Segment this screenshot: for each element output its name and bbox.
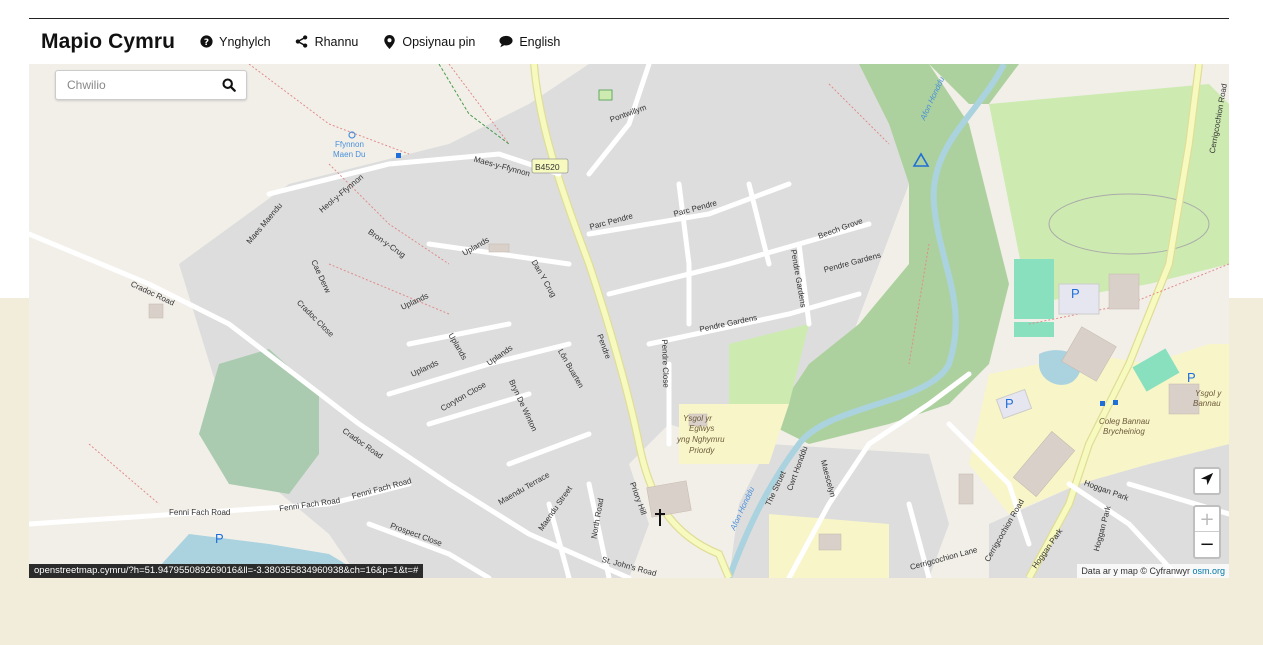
zoom-in-button[interactable]: + xyxy=(1195,507,1219,532)
parking-icon: P xyxy=(1071,286,1080,301)
map-label-fenni-fach-road-1: Fenni Fach Road xyxy=(169,508,231,517)
share-icon xyxy=(295,35,309,49)
map-view[interactable]: Ffynnon Maen Du Maes-y-Ffynnon B4520 Pon… xyxy=(29,64,1229,578)
search-icon[interactable] xyxy=(222,78,238,94)
attribution-text: Data ar y map © Cyfranwyr xyxy=(1081,566,1193,576)
map-label-ysgol-bannau-1: Ysgol y xyxy=(1195,389,1222,398)
nav-ynghylch-label: Ynghylch xyxy=(219,34,271,49)
map-pin-icon xyxy=(382,34,396,49)
map-label-ngh: yng Nghymru xyxy=(677,435,725,444)
zoom-control: + − xyxy=(1193,505,1221,559)
map-label-coleg-1: Coleg Bannau xyxy=(1099,417,1150,426)
map-attribution: Data ar y map © Cyfranwyr osm.org xyxy=(1077,564,1229,578)
navbar: Mapio Cymru ? Ynghylch Rhannu Opsiynau p… xyxy=(29,19,1229,64)
search-bar xyxy=(55,70,247,100)
status-bar-url: openstreetmap.cymru/?h=51.94795508926901… xyxy=(29,564,424,578)
zoom-out-button[interactable]: − xyxy=(1195,532,1219,557)
map-label-ffynnon: Ffynnon xyxy=(335,140,364,149)
question-circle-icon: ? xyxy=(199,35,213,49)
nav-ynghylch[interactable]: ? Ynghylch xyxy=(199,34,271,49)
nav-english-label: English xyxy=(519,34,561,49)
map-label-maen-du: Maen Du xyxy=(333,150,366,159)
locate-arrow-icon xyxy=(1200,472,1214,491)
nav-english[interactable]: English xyxy=(499,35,560,49)
nav-rhannu[interactable]: Rhannu xyxy=(295,34,359,49)
parking-icon: P xyxy=(215,531,224,546)
map-label-b4520: B4520 xyxy=(535,162,560,172)
map-label-coleg-2: Brycheiniog xyxy=(1103,427,1145,436)
map-tiles xyxy=(29,64,1229,578)
speech-bubble-icon xyxy=(499,35,513,49)
nav-opsiynau-pin[interactable]: Opsiynau pin xyxy=(382,34,476,49)
map-label-priordy: Priordy xyxy=(689,446,715,455)
nav-rhannu-label: Rhannu xyxy=(314,34,359,49)
parking-icon: P xyxy=(1187,370,1196,385)
attribution-link[interactable]: osm.org xyxy=(1192,566,1225,576)
locate-button[interactable] xyxy=(1193,467,1221,495)
nav-opsiynau-pin-label: Opsiynau pin xyxy=(402,34,476,49)
map-label-ysgol: Ysgol yr xyxy=(683,414,712,423)
search-input[interactable] xyxy=(56,78,216,92)
map-label-pendre-close: Pendre Close xyxy=(659,339,671,388)
map-label-ysgol-bannau-2: Bannau xyxy=(1193,399,1221,408)
map-label-eglwys: Eglwys xyxy=(689,424,715,433)
brand-title[interactable]: Mapio Cymru xyxy=(41,30,175,54)
parking-icon: P xyxy=(1005,396,1014,411)
svg-text:?: ? xyxy=(204,38,209,48)
